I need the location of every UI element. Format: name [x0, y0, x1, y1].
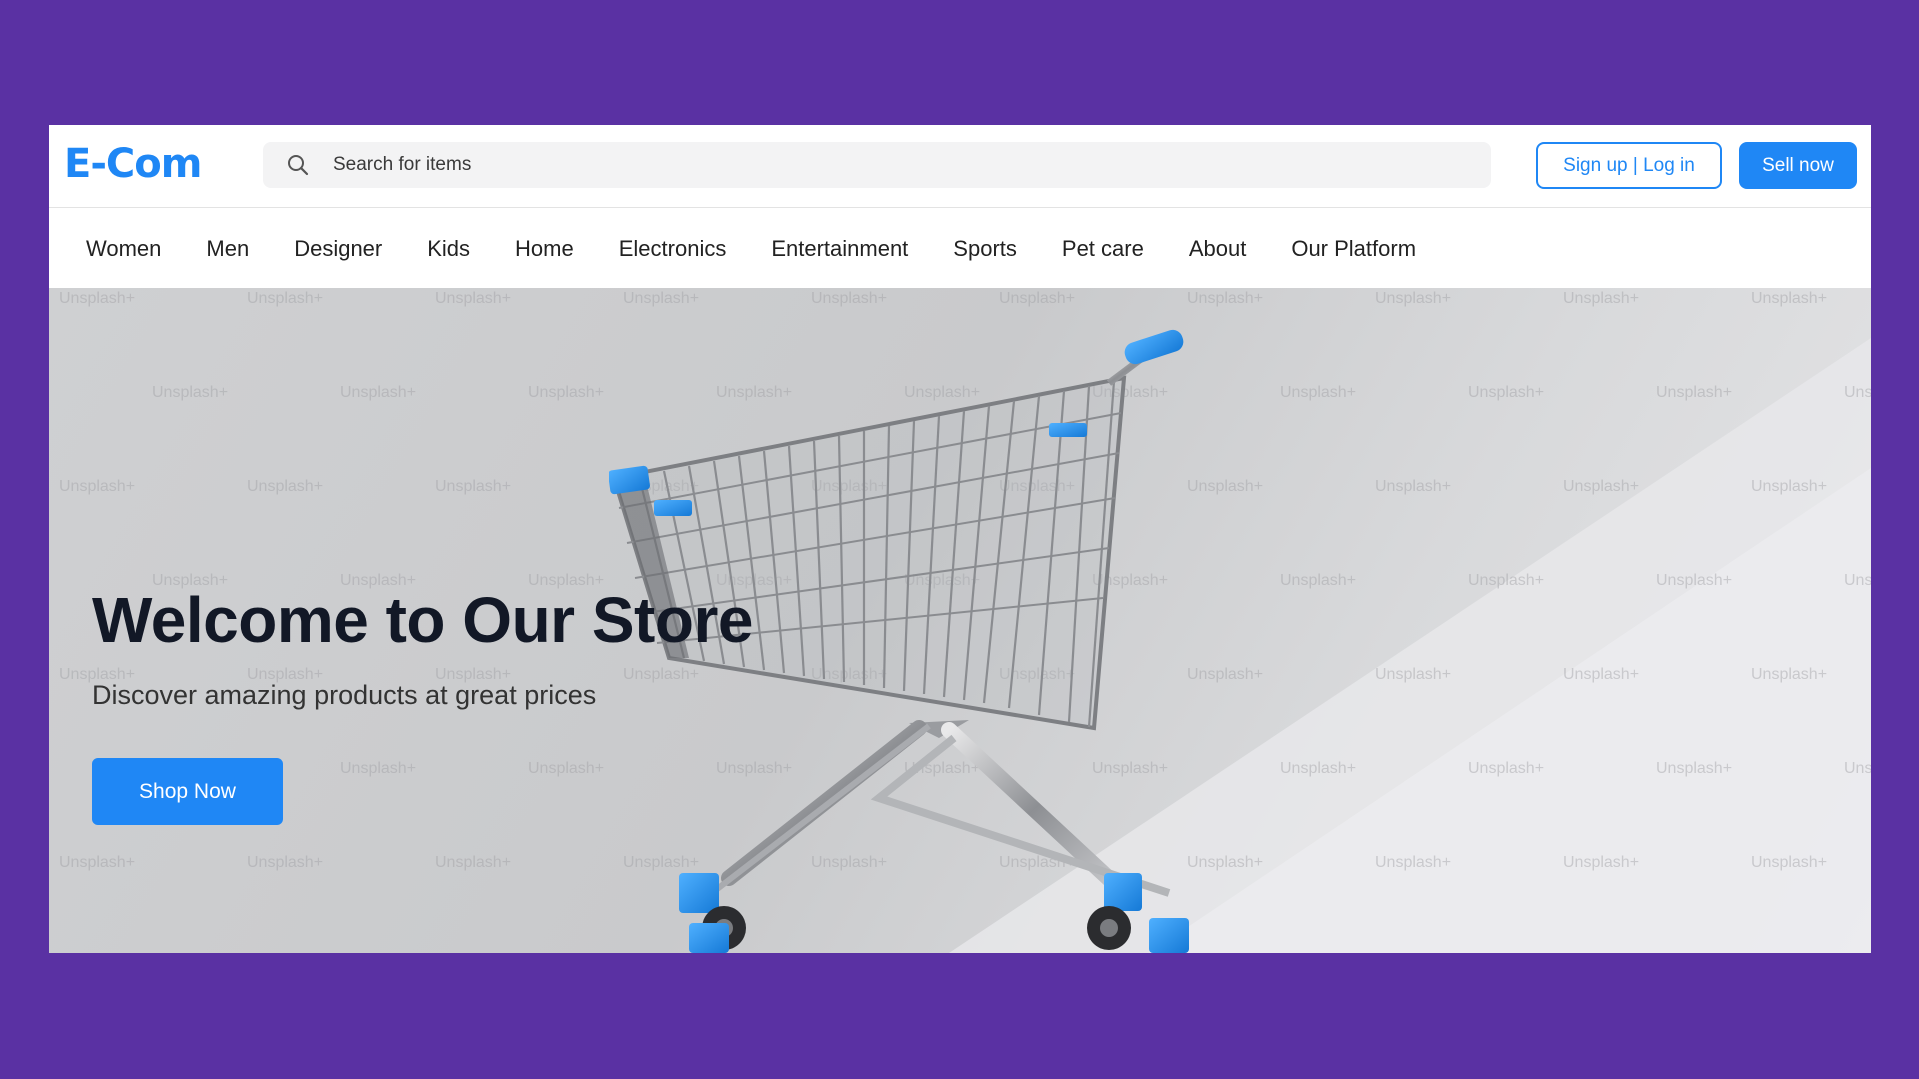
- watermark-text: Unsplash+: [1751, 666, 1828, 683]
- watermark-text: Unsplash+: [623, 290, 700, 307]
- search-input[interactable]: [333, 154, 1433, 176]
- watermark-text: Unsplash+: [1375, 290, 1452, 307]
- watermark-text: Unsplash+: [1656, 384, 1733, 401]
- watermark-text: Unsplash+: [528, 384, 605, 401]
- nav-item-our-platform[interactable]: Our Platform: [1291, 236, 1416, 262]
- watermark-text: Unsplash+: [152, 384, 229, 401]
- watermark-text: Unsplash+: [1468, 572, 1545, 589]
- watermark-text: Unsplash+: [247, 478, 324, 495]
- watermark-text: Unsplash+: [1844, 760, 1871, 777]
- watermark-text: Unsplash+: [1656, 760, 1733, 777]
- watermark-text: Unsplash+: [1375, 854, 1452, 871]
- watermark-text: Unsplash+: [435, 478, 512, 495]
- watermark-text: Unsplash+: [435, 854, 512, 871]
- watermark-text: Unsplash+: [1563, 666, 1640, 683]
- nav-item-entertainment[interactable]: Entertainment: [771, 236, 908, 262]
- nav-item-home[interactable]: Home: [515, 236, 574, 262]
- watermark-text: Unsplash+: [999, 290, 1076, 307]
- watermark-text: Unsplash+: [1751, 854, 1828, 871]
- hero-title: Welcome to Our Store: [92, 584, 753, 656]
- watermark-text: Unsplash+: [1751, 290, 1828, 307]
- watermark-text: Unsplash+: [1468, 384, 1545, 401]
- watermark-text: Unsplash+: [340, 760, 417, 777]
- search-bar[interactable]: [263, 142, 1491, 188]
- search-icon[interactable]: [285, 152, 311, 178]
- nav-item-pet-care[interactable]: Pet care: [1062, 236, 1144, 262]
- top-header: E-Com Sign up | Log in Sell now: [49, 125, 1871, 208]
- watermark-text: Unsplash+: [1844, 384, 1871, 401]
- watermark-text: Unsplash+: [1563, 854, 1640, 871]
- watermark-text: Unsplash+: [1563, 478, 1640, 495]
- watermark-text: Unsplash+: [59, 854, 136, 871]
- watermark-text: Unsplash+: [340, 384, 417, 401]
- watermark-text: Unsplash+: [1187, 290, 1264, 307]
- nav-item-designer[interactable]: Designer: [294, 236, 382, 262]
- watermark-text: Unsplash+: [1844, 572, 1871, 589]
- watermark-text: Unsplash+: [1656, 572, 1733, 589]
- watermark-text: Unsplash+: [1751, 478, 1828, 495]
- watermark-text: Unsplash+: [811, 290, 888, 307]
- nav-item-kids[interactable]: Kids: [427, 236, 470, 262]
- hero-banner: Unsplash+ Unsplash+ Unsplash+ Unsplash+ Unsp…: [49, 288, 1871, 953]
- category-nav: Women Men Designer Kids Home Electronics…: [49, 209, 1871, 288]
- browser-page: E-Com Sign up | Log in Sell now Women Me…: [49, 125, 1871, 953]
- sell-now-button[interactable]: Sell now: [1739, 142, 1857, 189]
- watermark-text: Unsplash+: [247, 854, 324, 871]
- watermark-text: Unsplash+: [247, 290, 324, 307]
- watermark-text: Unsplash+: [528, 760, 605, 777]
- watermark-text: Unsplash+: [1563, 290, 1640, 307]
- watermark-text: Unsplash+: [1375, 478, 1452, 495]
- watermark-text: Unsplash+: [59, 478, 136, 495]
- watermark-text: Unsplash+: [1468, 760, 1545, 777]
- watermark-text: Unsplash+: [59, 290, 136, 307]
- logo[interactable]: E-Com: [64, 141, 202, 187]
- nav-item-about[interactable]: About: [1189, 236, 1247, 262]
- signup-login-button[interactable]: Sign up | Log in: [1536, 142, 1722, 189]
- watermark-text: Unsplash+: [435, 290, 512, 307]
- nav-item-women[interactable]: Women: [86, 236, 161, 262]
- watermark-text: Unsplash+: [1375, 666, 1452, 683]
- nav-item-men[interactable]: Men: [206, 236, 249, 262]
- nav-item-electronics[interactable]: Electronics: [619, 236, 727, 262]
- hero-subtitle: Discover amazing products at great price…: [92, 680, 597, 710]
- nav-item-sports[interactable]: Sports: [953, 236, 1017, 262]
- shop-now-button[interactable]: Shop Now: [92, 758, 283, 825]
